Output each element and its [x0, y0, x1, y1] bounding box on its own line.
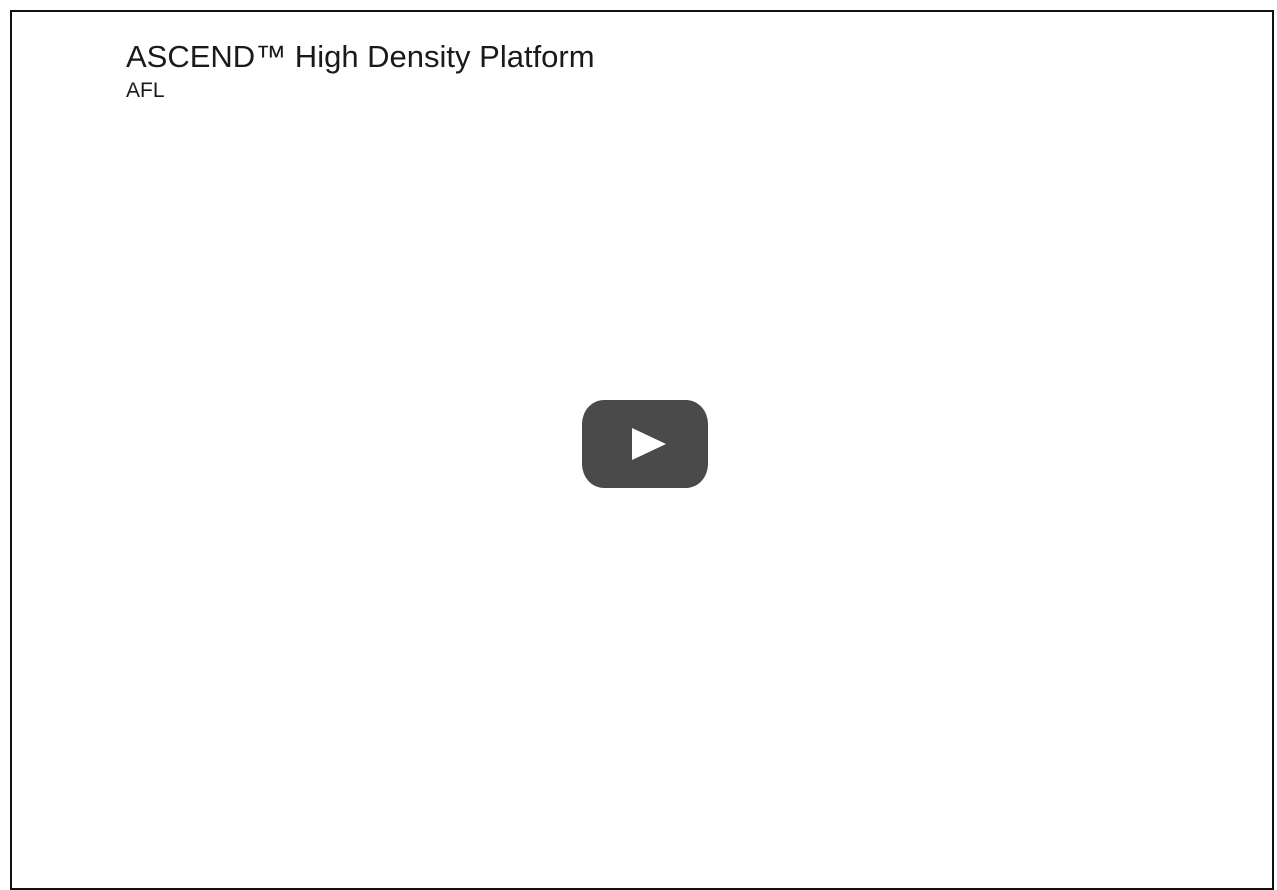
video-header: ASCEND™ High Density Platform AFL: [126, 38, 595, 104]
channel-name[interactable]: AFL: [126, 78, 595, 104]
video-player[interactable]: ASCEND™ High Density Platform AFL: [10, 10, 1274, 890]
play-icon: [632, 428, 666, 460]
video-title[interactable]: ASCEND™ High Density Platform: [126, 38, 595, 76]
play-button[interactable]: [582, 400, 708, 488]
